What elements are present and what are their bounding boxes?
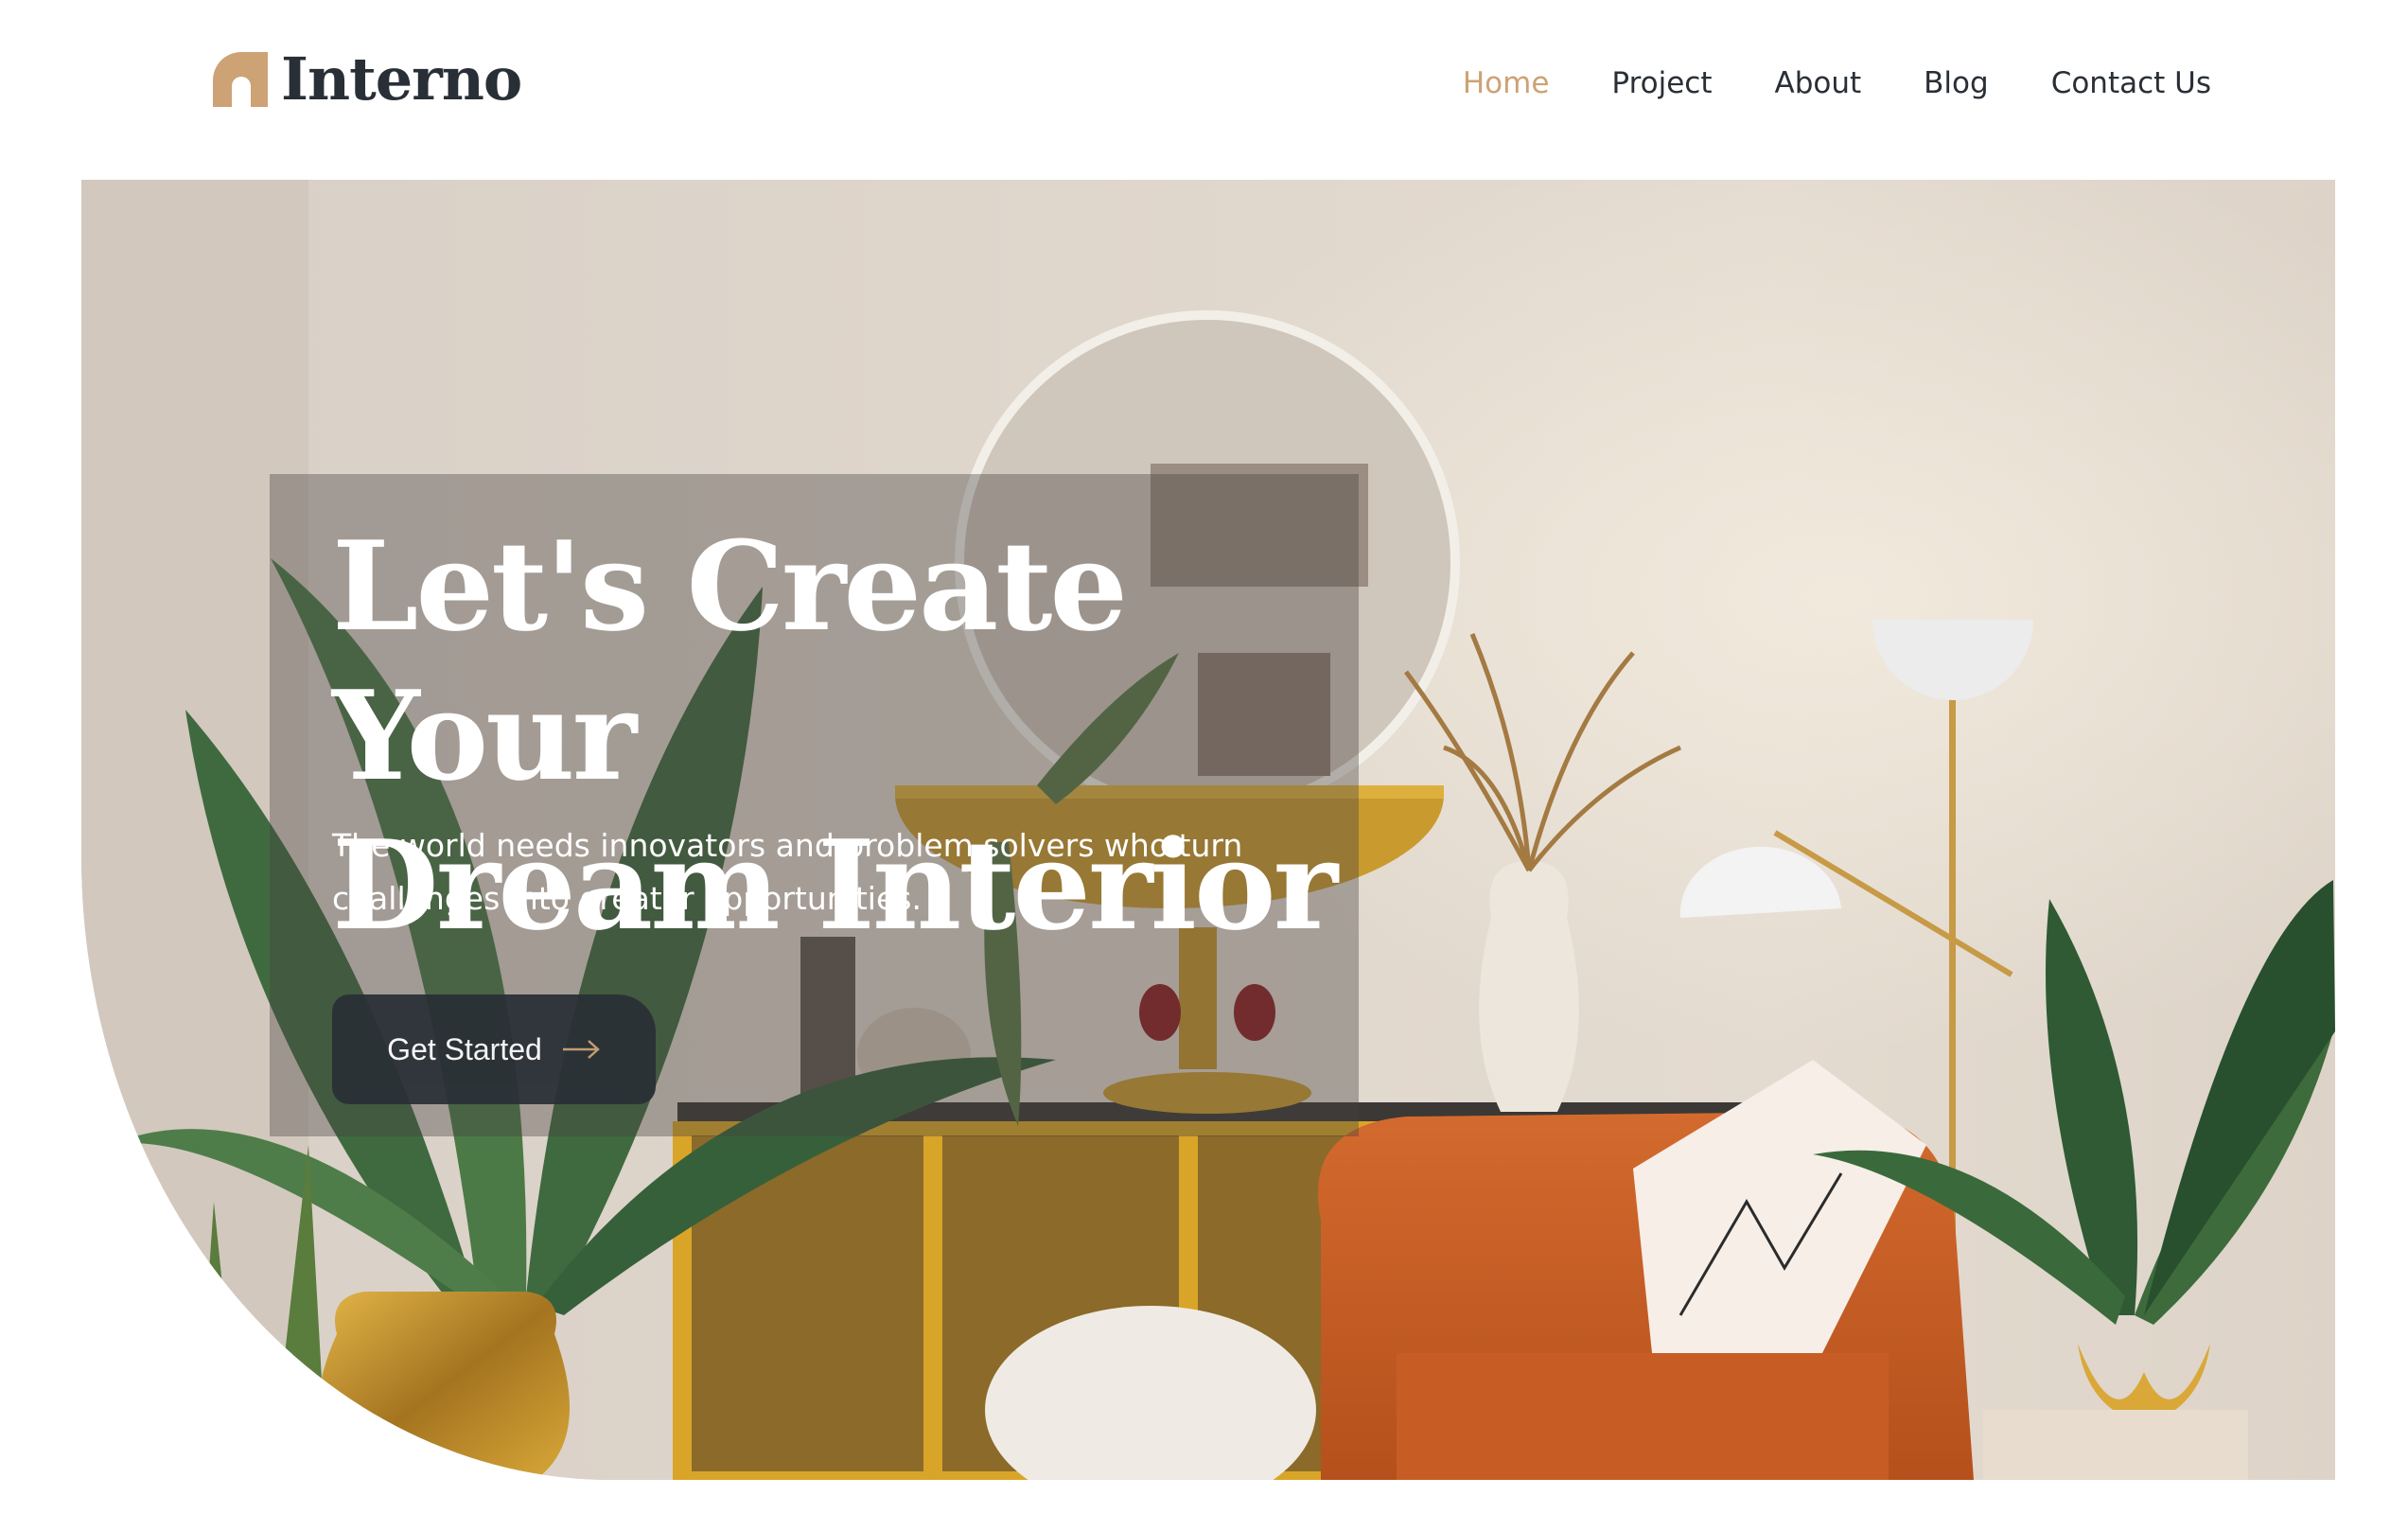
nav-contact-us[interactable]: Contact Us <box>2051 66 2211 100</box>
site-header: Interno Home Project About Blog Contact … <box>0 0 2408 180</box>
nav-blog[interactable]: Blog <box>1924 66 1989 100</box>
logo[interactable]: Interno <box>213 44 522 114</box>
main-nav: Home Project About Blog Contact Us <box>1463 66 2211 100</box>
get-started-label: Get Started <box>387 1031 542 1066</box>
nav-project[interactable]: Project <box>1611 66 1712 100</box>
get-started-button[interactable]: Get Started <box>332 994 656 1104</box>
arrow-right-icon <box>562 1040 600 1059</box>
nav-home[interactable]: Home <box>1463 66 1550 100</box>
nav-about[interactable]: About <box>1775 66 1862 100</box>
hero-subtitle-line-2: challenges into greater opportunities. <box>332 880 922 917</box>
arch-logo-icon <box>213 52 268 107</box>
hero-banner: Let's Create Your Dream Interior The wor… <box>81 180 2335 1480</box>
brand-name: Interno <box>281 44 522 114</box>
hero-subtitle: The world needs innovators and problem s… <box>332 819 1259 925</box>
hero-text-panel: Let's Create Your Dream Interior The wor… <box>270 474 1359 1136</box>
hero-subtitle-line-1: The world needs innovators and problem s… <box>332 827 1243 864</box>
hero-title-line-1: Let's Create Your <box>332 514 1128 808</box>
